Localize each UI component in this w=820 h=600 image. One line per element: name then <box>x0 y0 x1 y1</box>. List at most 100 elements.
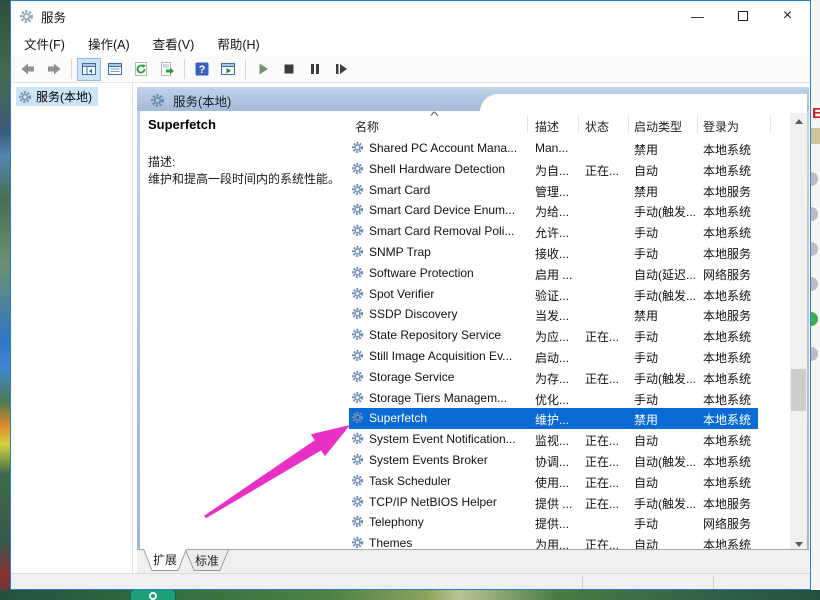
service-logon-as: 本地系统 <box>703 536 757 549</box>
scroll-up-button[interactable] <box>790 113 807 130</box>
service-gear-icon <box>351 287 364 300</box>
service-row[interactable]: Smart Card Device Enum... 为给... 手动(触发...… <box>349 200 758 221</box>
services-gear-icon <box>19 9 34 24</box>
service-row[interactable]: Storage Service 为存... 正在... 手动(触发... 本地系… <box>349 367 758 388</box>
desktop-icon-fragment: E <box>812 105 820 122</box>
service-gear-icon <box>351 453 364 466</box>
minimize-button[interactable]: — <box>675 1 720 31</box>
scrollbar-thumb[interactable] <box>791 369 806 411</box>
service-name: Smart Card <box>369 183 531 197</box>
service-gear-icon <box>351 141 364 154</box>
restart-service-button[interactable] <box>329 58 353 81</box>
service-name: Smart Card Device Enum... <box>369 203 531 217</box>
menu-item[interactable]: 操作(A) <box>78 30 140 57</box>
service-row[interactable]: Smart Card Removal Poli... 允许... 手动 本地系统 <box>349 221 758 242</box>
tab-standard[interactable]: 标准 <box>185 550 229 571</box>
column-header-logon-as[interactable]: 登录为 <box>703 118 739 135</box>
service-row[interactable]: Task Scheduler 使用... 正在... 自动 本地系统 <box>349 471 758 492</box>
service-name: Storage Service <box>369 370 531 384</box>
service-startup-type: 手动 <box>634 349 700 366</box>
service-gear-icon <box>351 203 364 216</box>
column-header-description[interactable]: 描述 <box>535 118 559 135</box>
column-separator[interactable] <box>527 115 528 133</box>
service-name: System Event Notification... <box>369 432 531 446</box>
description-text: 维护和提高一段时间内的系统性能。 <box>148 171 348 187</box>
service-status: 正在... <box>585 474 631 491</box>
service-description: 维护... <box>535 411 581 428</box>
refresh-button[interactable] <box>129 58 153 81</box>
service-row[interactable]: Storage Tiers Managem... 优化... 手动 本地系统 <box>349 388 758 409</box>
titlebar[interactable]: 服务 — × <box>11 1 810 31</box>
service-name: Spot Verifier <box>369 287 531 301</box>
pause-service-icon <box>307 61 323 77</box>
tab-extended[interactable]: 扩展 <box>143 549 187 571</box>
service-row[interactable]: TCP/IP NetBIOS Helper 提供 ... 正在... 手动(触发… <box>349 492 758 513</box>
view-tabs-bar: 扩展 标准 <box>137 549 809 573</box>
service-row[interactable]: Spot Verifier 验证... 手动(触发... 本地系统 <box>349 284 758 305</box>
column-header-status[interactable]: 状态 <box>585 118 609 135</box>
service-row[interactable]: SSDP Discovery 当发... 禁用 本地服务 <box>349 304 758 325</box>
service-description: 监视... <box>535 432 581 449</box>
service-logon-as: 本地系统 <box>703 432 757 449</box>
svg-text:?: ? <box>199 64 206 76</box>
forward-button[interactable] <box>42 58 66 81</box>
column-separator[interactable] <box>770 115 771 133</box>
service-row[interactable]: Shell Hardware Detection 为自... 正在... 自动 … <box>349 159 758 180</box>
menu-item[interactable]: 文件(F) <box>14 30 75 57</box>
maximize-button[interactable] <box>720 1 765 31</box>
help-button[interactable]: ? <box>190 58 214 81</box>
vertical-scrollbar[interactable] <box>790 113 807 553</box>
column-separator[interactable] <box>628 115 629 133</box>
desktop-icon-fragment <box>811 128 820 144</box>
console-tree-panel: 服务(本地) <box>11 83 133 573</box>
tree-item-services-local[interactable]: 服务(本地) <box>16 87 98 106</box>
service-row[interactable]: Superfetch 维护... 禁用 本地系统 <box>349 408 758 429</box>
desktop-badge-icon <box>130 589 176 600</box>
service-row[interactable]: Shared PC Account Mana... Man... 禁用 本地系统 <box>349 138 758 159</box>
service-description: 为存... <box>535 370 581 387</box>
service-gear-icon <box>351 224 364 237</box>
close-icon: × <box>783 8 792 24</box>
start-service-button[interactable] <box>251 58 275 81</box>
window-title: 服务 <box>41 7 66 26</box>
menu-bar: 文件(F)操作(A)查看(V)帮助(H) <box>11 31 810 56</box>
show-console-tree-button[interactable] <box>77 58 101 81</box>
column-separator[interactable] <box>697 115 698 133</box>
services-window: 服务 — × 文件(F)操作(A)查看(V)帮助(H) <box>10 0 811 590</box>
column-header-startup-type[interactable]: 启动类型 <box>634 118 682 135</box>
export-list-button[interactable] <box>155 58 179 81</box>
forward-icon <box>46 61 62 77</box>
properties-button[interactable] <box>103 58 127 81</box>
service-row[interactable]: Smart Card 管理... 禁用 本地服务 <box>349 180 758 201</box>
service-gear-icon <box>351 515 364 528</box>
menu-item[interactable]: 帮助(H) <box>207 30 269 57</box>
service-row[interactable]: Themes 为用... 正在... 自动 本地系统 <box>349 533 758 549</box>
service-row[interactable]: System Event Notification... 监视... 正在...… <box>349 429 758 450</box>
service-description: 优化... <box>535 391 581 408</box>
service-logon-as: 本地系统 <box>703 474 757 491</box>
service-logon-as: 网络服务 <box>703 266 757 283</box>
menu-item[interactable]: 查看(V) <box>143 30 205 57</box>
column-header-name[interactable]: 名称 <box>355 118 379 135</box>
service-row[interactable]: Telephony 提供... 手动 网络服务 <box>349 512 758 533</box>
service-logon-as: 本地服务 <box>703 495 757 512</box>
service-logon-as: 本地系统 <box>703 453 757 470</box>
pause-service-button[interactable] <box>303 58 327 81</box>
close-button[interactable]: × <box>765 1 810 31</box>
service-row[interactable]: Software Protection 启用 ... 自动(延迟... 网络服务 <box>349 263 758 284</box>
service-gear-icon <box>351 495 364 508</box>
service-logon-as: 本地系统 <box>703 411 757 428</box>
service-row[interactable]: State Repository Service 为应... 正在... 手动 … <box>349 325 758 346</box>
service-row[interactable]: Still Image Acquisition Ev... 启动... 手动 本… <box>349 346 758 367</box>
service-description: Man... <box>535 141 581 155</box>
service-gear-icon <box>351 474 364 487</box>
service-row[interactable]: SNMP Trap 接收... 手动 本地服务 <box>349 242 758 263</box>
extended-view-button[interactable] <box>216 58 240 81</box>
show-console-tree-icon <box>81 61 97 77</box>
back-button[interactable] <box>16 58 40 81</box>
service-gear-icon <box>351 328 364 341</box>
services-gear-icon <box>150 93 165 108</box>
service-row[interactable]: System Events Broker 协调... 正在... 自动(触发..… <box>349 450 758 471</box>
stop-service-button[interactable] <box>277 58 301 81</box>
column-separator[interactable] <box>578 115 579 133</box>
